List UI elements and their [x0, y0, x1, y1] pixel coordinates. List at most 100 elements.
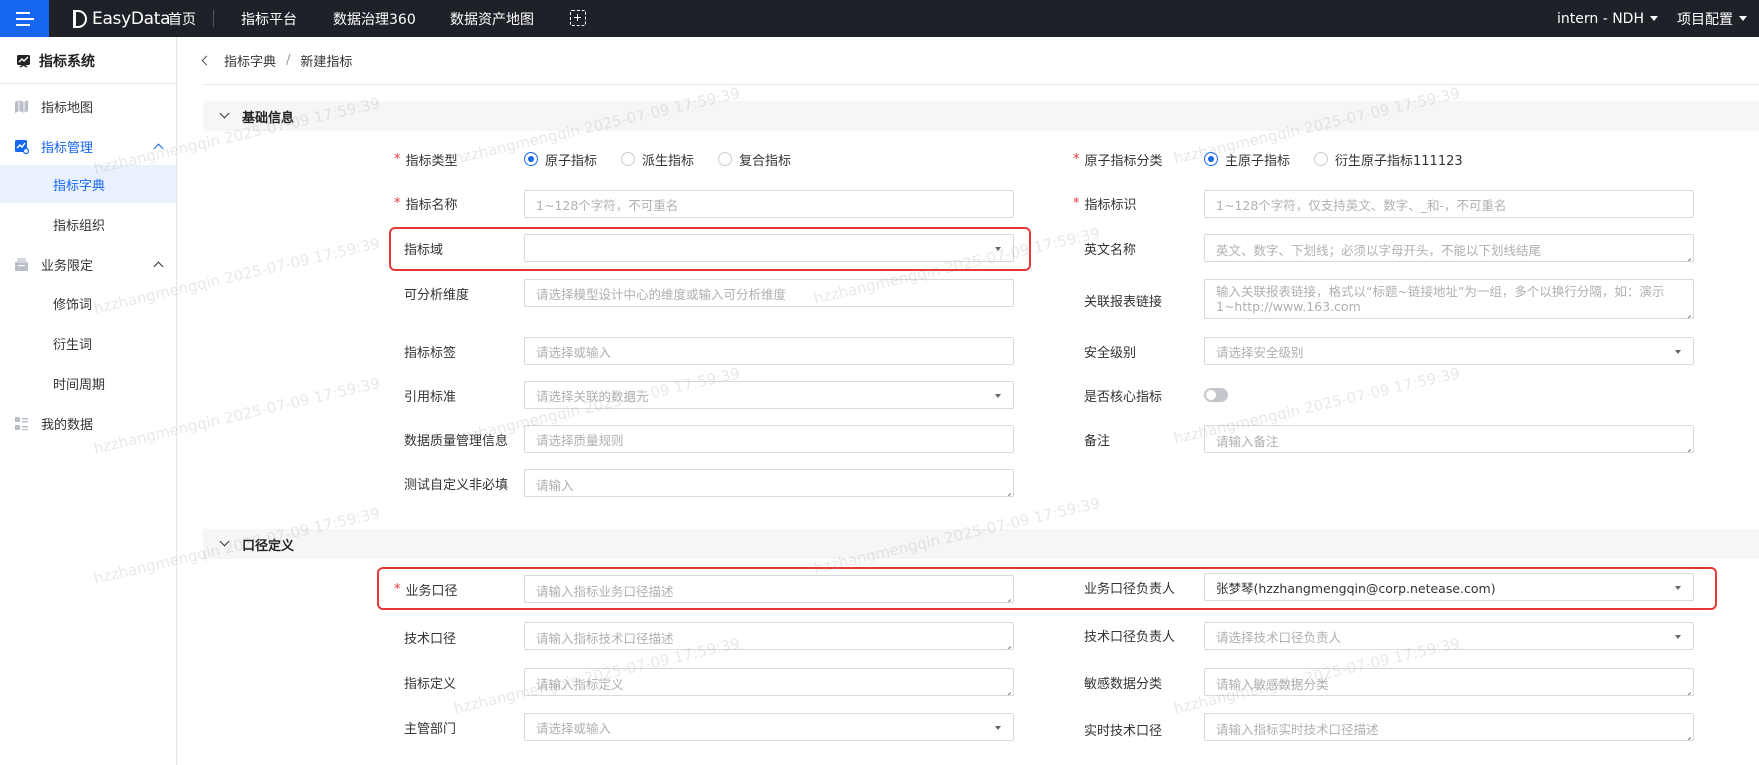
english-name-textarea[interactable]: 英文、数字、下划线；必须以字母开头，不能以下划线结尾 — [1204, 234, 1694, 262]
sidebar: 指标系统 指标地图 指标管理 指标字典 指标组织 业务限定 修饰词 衍生词 时间… — [0, 37, 177, 765]
security-level-select[interactable]: 请选择安全级别 — [1204, 337, 1694, 365]
breadcrumb-current: 新建指标 — [300, 54, 353, 70]
menu-icon[interactable] — [0, 0, 49, 37]
biz-owner-label: 业务口径负责人 — [1084, 581, 1176, 597]
nav-divider — [213, 10, 214, 27]
remark-label: 备注 — [1084, 433, 1111, 449]
analysis-dims-input[interactable]: 请选择模型设计中心的维度或输入可分析维度 — [524, 279, 1014, 307]
dept-select[interactable]: 请选择或输入 — [524, 713, 1014, 741]
core-metric-label: 是否核心指标 — [1084, 389, 1163, 405]
nav-asset-map[interactable]: 数据资产地图 — [450, 0, 534, 37]
radio-atomic-metric[interactable]: 原子指标 — [524, 150, 597, 169]
metric-name-input[interactable]: 1~128个字符，不可重名 — [524, 190, 1014, 218]
breadcrumb-parent[interactable]: 指标字典 — [224, 51, 276, 70]
metric-code-input[interactable]: 1~128个字符，仅支持英文、数字、_和-，不可重名 — [1204, 190, 1694, 218]
logo-text: EasyData — [92, 8, 171, 29]
resize-handle-icon[interactable] — [1684, 686, 1691, 693]
sidebar-item-label: 业务限定 — [41, 258, 94, 274]
sidebar-item-label: 时间周期 — [53, 377, 106, 393]
resize-handle-icon[interactable] — [1684, 252, 1691, 259]
resize-handle-icon[interactable] — [1004, 487, 1011, 494]
radio-composite-metric[interactable]: 复合指标 — [718, 150, 791, 169]
top-bar: EasyData 首页 指标平台 数据治理360 数据资产地图 intern -… — [0, 0, 1759, 37]
biz-caliber-textarea[interactable]: 请输入指标业务口径描述 — [524, 575, 1014, 603]
project-selector[interactable]: intern - NDH — [1557, 0, 1658, 37]
caret-down-icon — [1675, 586, 1681, 590]
biz-owner-select[interactable]: 张梦琴(hzzhangmengqin@corp.netease.com) — [1204, 573, 1694, 601]
metric-name-label: * 指标名称 — [394, 195, 458, 213]
resize-handle-icon[interactable] — [1004, 593, 1011, 600]
radio-derived-metric[interactable]: 派生指标 — [621, 150, 694, 169]
tech-caliber-textarea[interactable]: 请输入指标技术口径描述 — [524, 622, 1014, 650]
metric-tags-label: 指标标签 — [404, 345, 457, 361]
caret-down-icon — [1675, 635, 1681, 639]
caret-down-icon — [1649, 16, 1658, 21]
sidebar-item-modifier[interactable]: 修饰词 — [0, 284, 176, 322]
metric-system-icon — [17, 54, 30, 68]
chevron-up-icon — [153, 261, 164, 271]
resize-handle-icon[interactable] — [1684, 731, 1691, 738]
atomic-category-radio-group: 主原子指标 衍生原子指标111123 — [1204, 149, 1487, 169]
report-link-textarea[interactable]: 输入关联报表链接，格式以“标题~链接地址”为一组，多个以换行分隔，如：演示1~h… — [1204, 279, 1694, 319]
resize-handle-icon[interactable] — [1684, 309, 1691, 316]
section-caliber-definition[interactable]: 口径定义 — [203, 529, 1759, 559]
sidebar-item-biz-qualifier[interactable]: 业务限定 — [0, 245, 176, 283]
sensitive-class-textarea[interactable]: 请输入敏感数据分类 — [1204, 668, 1694, 696]
sidebar-item-metric-manage[interactable]: 指标管理 — [0, 127, 176, 165]
logo[interactable]: EasyData — [73, 0, 171, 37]
resize-handle-icon[interactable] — [1004, 686, 1011, 693]
biz-qualifier-icon — [15, 257, 28, 271]
remark-textarea[interactable]: 请输入备注 — [1204, 425, 1694, 453]
metric-tags-input[interactable]: 请选择或输入 — [524, 337, 1014, 365]
resize-handle-icon[interactable] — [1004, 640, 1011, 647]
required-mark: * — [1073, 195, 1080, 211]
nav-home[interactable]: 首页 — [168, 0, 196, 37]
chevron-down-icon — [219, 108, 230, 119]
radio-derived-atomic[interactable]: 衍生原子指标111123 — [1314, 150, 1463, 169]
core-metric-toggle[interactable] — [1204, 388, 1228, 402]
sidebar-item-label: 我的数据 — [41, 417, 94, 433]
caret-down-icon — [1675, 350, 1681, 354]
ref-standard-label: 引用标准 — [404, 389, 457, 405]
ref-standard-select[interactable]: 请选择关联的数据元 — [524, 381, 1014, 409]
realtime-caliber-label: 实时技术口径 — [1084, 723, 1163, 739]
caret-down-icon — [995, 247, 1001, 251]
sidebar-item-label: 指标组织 — [53, 218, 106, 234]
required-mark: * — [394, 581, 401, 597]
tech-owner-label: 技术口径负责人 — [1084, 629, 1176, 645]
sidebar-item-metric-org[interactable]: 指标组织 — [0, 205, 176, 243]
tech-owner-select[interactable]: 请选择技术口径负责人 — [1204, 622, 1694, 650]
atomic-category-label: * 原子指标分类 — [1073, 151, 1163, 169]
sidebar-item-derived-word[interactable]: 衍生词 — [0, 324, 176, 362]
project-config-label: 项目配置 — [1677, 11, 1733, 28]
sidebar-item-time-period[interactable]: 时间周期 — [0, 364, 176, 402]
sidebar-item-metric-dictionary[interactable]: 指标字典 — [0, 165, 176, 203]
section-title: 基础信息 — [242, 110, 295, 126]
metric-domain-select[interactable] — [524, 234, 1014, 262]
project-config-menu[interactable]: 项目配置 — [1677, 0, 1747, 37]
security-level-label: 安全级别 — [1084, 345, 1137, 361]
metric-manage-icon — [15, 139, 29, 154]
metric-type-radio-group: 原子指标 派生指标 复合指标 — [524, 149, 815, 169]
section-basic-info[interactable]: 基础信息 — [203, 101, 1759, 131]
quality-info-input[interactable]: 请选择质量规则 — [524, 425, 1014, 453]
metric-definition-textarea[interactable]: 请输入指标定义 — [524, 668, 1014, 696]
sidebar-item-my-data[interactable]: 我的数据 — [0, 404, 176, 442]
resize-handle-icon[interactable] — [1684, 443, 1691, 450]
realtime-caliber-textarea[interactable]: 请输入指标实时技术口径描述 — [1204, 713, 1694, 741]
sidebar-item-label: 指标字典 — [53, 178, 106, 194]
radio-main-atomic[interactable]: 主原子指标 — [1204, 150, 1290, 169]
report-link-label: 关联报表链接 — [1084, 294, 1163, 310]
metric-code-label: * 指标标识 — [1073, 195, 1137, 213]
back-icon[interactable] — [201, 55, 212, 65]
add-tab-icon[interactable] — [570, 10, 586, 26]
breadcrumb-divider — [203, 84, 1759, 85]
sidebar-item-label: 修饰词 — [53, 297, 93, 313]
required-mark: * — [394, 151, 401, 167]
my-data-icon — [15, 416, 28, 430]
sidebar-item-metric-map[interactable]: 指标地图 — [0, 87, 176, 125]
sidebar-title: 指标系统 — [16, 50, 95, 72]
nav-metric-platform[interactable]: 指标平台 — [241, 0, 297, 37]
custom-field-textarea[interactable]: 请输入 — [524, 469, 1014, 497]
nav-governance[interactable]: 数据治理360 — [333, 0, 416, 37]
